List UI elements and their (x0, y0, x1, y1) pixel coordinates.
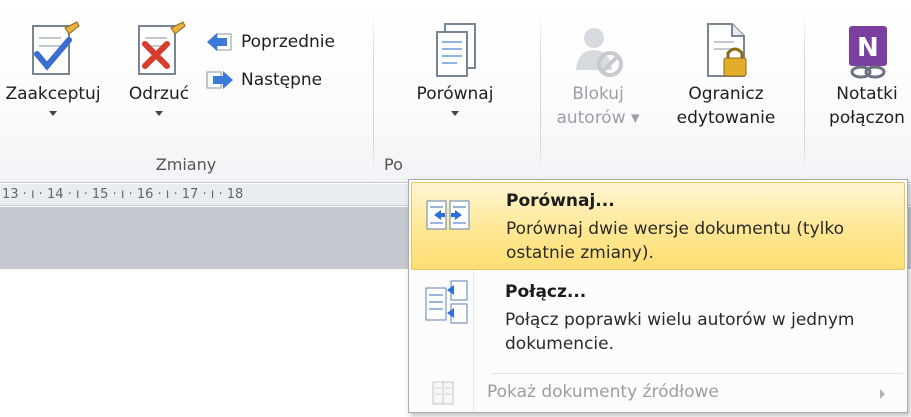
chevron-down-icon[interactable] (155, 111, 163, 116)
reject-icon (138, 21, 186, 75)
combine-icon (425, 280, 468, 324)
compare-group-label: Po (384, 155, 403, 174)
block-authors-button[interactable]: Blokuj autorów ▾ (548, 20, 648, 130)
block-authors-icon (576, 28, 623, 77)
submenu-arrow-icon (880, 389, 885, 399)
restrict-editing-button[interactable]: Ogranicz edytowanie (666, 20, 786, 130)
linked-notes-label-2: połączon (829, 108, 905, 128)
changes-group-label: Zmiany (155, 155, 217, 174)
group-separator (373, 8, 374, 180)
restrict-editing-icon (707, 23, 747, 77)
show-source-documents-label: Pokaż dokumenty źródłowe (487, 382, 719, 402)
menu-item-combine-description: Połącz poprawki wielu autorów w jednym d… (505, 310, 855, 354)
chevron-down-icon[interactable] (49, 111, 57, 116)
previous-label: Poprzednie (241, 32, 335, 52)
restrict-editing-label-2: edytowanie (676, 108, 776, 128)
source-documents-icon (432, 381, 454, 405)
accept-icon (32, 21, 80, 75)
compare-document-icon (436, 23, 476, 77)
group-separator (804, 8, 805, 180)
menu-item-compare-description: Porównaj dwie wersje dokumentu (tylko os… (506, 219, 845, 263)
next-arrow-icon (206, 71, 233, 89)
previous-arrow-icon (207, 33, 232, 51)
linked-notes-button[interactable]: N Notatki połączon (812, 20, 911, 130)
reject-label: Odrzuć (128, 84, 190, 104)
accept-label: Zaakceptuj (5, 84, 101, 104)
reject-button[interactable]: Odrzuć (116, 20, 202, 116)
svg-text:N: N (857, 33, 879, 63)
previous-button[interactable]: Poprzednie (205, 30, 335, 54)
next-button[interactable]: Następne (205, 68, 322, 92)
ribbon: Zaakceptuj Odrzuć Poprzednie Następne Zm… (0, 0, 911, 183)
compare-icon (426, 200, 470, 230)
onenote-icon: N (849, 26, 887, 79)
chevron-down-icon[interactable] (451, 111, 459, 116)
next-label: Następne (241, 70, 323, 90)
group-separator (540, 8, 541, 180)
block-authors-label-2: autorów ▾ (556, 108, 640, 128)
block-authors-label-1: Blokuj (572, 84, 624, 104)
menu-separator (491, 373, 903, 374)
ruler-ticks: 13 · ı · 14 · ı · 15 · ı · 16 · ı · 17 ·… (2, 187, 244, 202)
menu-item-combine-title: Połącz... (505, 282, 587, 302)
menu-item-show-source-documents[interactable]: Pokaż dokumenty źródłowe (411, 376, 905, 410)
compare-dropdown-menu: Porównaj... Porównaj dwie wersje dokumen… (408, 179, 908, 413)
restrict-editing-label-1: Ogranicz (688, 84, 764, 104)
compare-label: Porównaj (416, 84, 494, 104)
compare-button[interactable]: Porównaj (400, 20, 510, 116)
accept-button[interactable]: Zaakceptuj (0, 20, 114, 116)
menu-item-compare-title: Porównaj... (506, 191, 615, 211)
menu-item-compare[interactable]: Porównaj... Porównaj dwie wersje dokumen… (411, 182, 905, 270)
menu-item-combine[interactable]: Połącz... Połącz poprawki wielu autorów … (411, 274, 905, 368)
linked-notes-label-1: Notatki (836, 84, 898, 104)
